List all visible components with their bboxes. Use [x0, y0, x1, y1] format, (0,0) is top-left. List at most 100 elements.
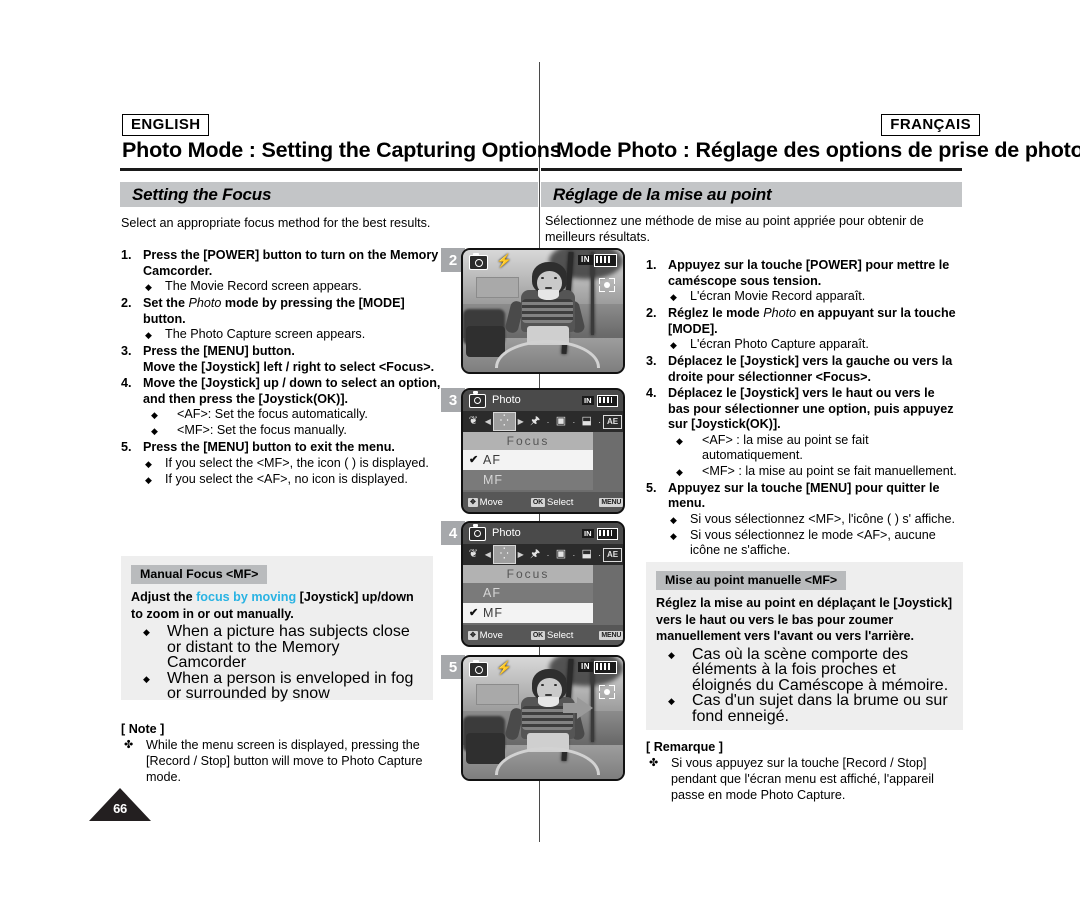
step-text-italic: Photo: [188, 296, 222, 310]
battery-icon: [594, 254, 617, 267]
footer-label: Move: [479, 629, 503, 641]
ae-icon[interactable]: AE: [603, 414, 622, 429]
step-bullet: ◆ If you select the <AF>, no icon is dis…: [143, 472, 441, 488]
bullet-text: L'écran Photo Capture apparaît.: [690, 337, 869, 351]
menu-option-panel: ✔ AF MF: [463, 450, 593, 490]
ev-icon[interactable]: 🖈: [526, 547, 545, 563]
focus-icon[interactable]: ⁛: [492, 412, 516, 431]
step-text: Press the [MENU] button. Move the [Joyst…: [143, 344, 435, 374]
diamond-bullet-icon: ◆: [670, 292, 677, 302]
diamond-bullet-icon: ◆: [668, 696, 675, 707]
checkmark-icon: ✔: [469, 454, 480, 466]
menu-titlebar: Photo IN: [463, 390, 623, 411]
lcd-screen-focus-menu-af: Photo IN ❦ ◀ ⁛ ▶ 🖈 · ▣ · ⬓ · AE Focus ✔ …: [461, 388, 625, 514]
step-number: 3.: [646, 354, 657, 368]
menu-status-icons: IN: [581, 527, 618, 540]
menu-option-label: MF: [483, 473, 504, 487]
exposure-icon[interactable]: ▣: [552, 547, 571, 563]
white-balance-icon[interactable]: ⬓: [577, 547, 596, 563]
ae-icon[interactable]: AE: [603, 547, 622, 562]
infobox-highlight: focus by moving: [196, 590, 297, 605]
menu-titlebar: Photo IN: [463, 523, 623, 544]
steps-list-french: 1. Appuyez sur la touche [POWER] pour me…: [646, 258, 958, 560]
step-item: 1. Appuyez sur la touche [POWER] pour me…: [646, 258, 958, 305]
diamond-bullet-icon: ◆: [143, 627, 150, 638]
step-bullet: ◆ <AF>: Set the focus automatically.: [143, 407, 441, 423]
step-text: Press the [MENU] button to exit the menu…: [143, 440, 441, 488]
menu-option-label: MF: [483, 606, 504, 620]
lcd-screen-photo-capture: ⚡ IN: [461, 248, 625, 374]
menu-option-af[interactable]: AF: [463, 583, 593, 603]
note-item: ✤ Si vous appuyez sur la touche [Record …: [646, 755, 964, 803]
right-arrow-icon: ▶: [517, 417, 524, 426]
bullet-text: Cas d'un sujet dans la brume ou sur fond…: [692, 692, 948, 725]
lcd-screen-photo-capture-mf: ⚡ IN: [461, 655, 625, 781]
footer-exit: MENU Exit: [599, 497, 623, 508]
diamond-bullet-icon: ◆: [143, 673, 150, 684]
joystick-key-icon: ✥: [468, 497, 478, 507]
menu-option-af[interactable]: ✔ AF: [463, 450, 593, 470]
menu-option-mf[interactable]: ✔ MF: [463, 603, 593, 623]
macro-icon[interactable]: ❦: [464, 414, 483, 430]
step-text-italic: Photo: [763, 306, 797, 320]
step-number: 4.: [646, 386, 657, 400]
storage-indicator: IN: [578, 662, 593, 672]
focus-icon[interactable]: ⁛: [492, 545, 516, 564]
diamond-bullet-icon: ◆: [670, 340, 677, 350]
step-text: Déplacez le [Joystick] vers le haut ou v…: [668, 386, 958, 480]
macro-icon[interactable]: ❦: [464, 547, 483, 563]
manual-focus-icon: [599, 685, 615, 699]
manual-focus-icon: [599, 278, 615, 292]
joystick-key-icon: ✥: [468, 630, 478, 640]
manual-focus-box-english: Manual Focus <MF> Adjust the focus by mo…: [121, 556, 433, 702]
exposure-icon[interactable]: ▣: [552, 414, 571, 430]
bullet-text: <MF> : la mise au point se fait manuelle…: [702, 463, 957, 478]
menu-mode-title: Photo: [492, 527, 521, 539]
step-item: 5. Press the [MENU] button to exit the m…: [121, 440, 441, 488]
storage-indicator: IN: [578, 255, 593, 265]
menu-category-label: Focus: [463, 432, 593, 450]
step-bullet: ◆ The Movie Record screen appears.: [143, 279, 441, 295]
right-arrow-icon: ▶: [517, 550, 524, 559]
step-item: 4. Move the [Joystick] up / down to sele…: [121, 376, 441, 439]
menu-category-label: Focus: [463, 565, 593, 583]
white-balance-icon[interactable]: ⬓: [577, 414, 596, 430]
step-number: 4.: [121, 376, 132, 390]
separator-dot: ·: [598, 416, 602, 427]
diamond-bullet-icon: ◆: [145, 474, 152, 485]
diamond-bullet-icon: ◆: [145, 282, 152, 292]
photo-boy-shirt-stripes: [522, 298, 574, 324]
menu-status-icons: IN: [581, 394, 618, 407]
step-item: 5. Appuyez sur la touche [MENU] pour qui…: [646, 481, 958, 559]
diamond-bullet-icon: ◆: [151, 426, 158, 436]
step-bullet: ◆ <MF> : la mise au point se fait manuel…: [668, 464, 958, 480]
infobox-list: ◆ Cas où la scène comporte des éléments …: [656, 646, 953, 725]
menu-option-label: AF: [483, 453, 501, 467]
club-bullet-icon: ✤: [649, 757, 659, 769]
infobox-list: ◆ When a picture has subjects close or d…: [131, 624, 423, 702]
infobox-bullet: ◆ When a person is enveloped in fog or s…: [131, 670, 423, 702]
footer-select: OK Select: [530, 630, 573, 641]
camera-icon: [469, 252, 488, 270]
step-item: 3. Press the [MENU] button. Move the [Jo…: [121, 344, 441, 375]
infobox-title: Manual Focus <MF>: [131, 565, 268, 585]
manual-page: ENGLISH Photo Mode : Setting the Capturi…: [0, 0, 1080, 906]
storage-indicator: IN: [581, 528, 594, 539]
separator-dot: ·: [598, 549, 602, 560]
separator-dot: ·: [572, 549, 576, 560]
menu-option-mf[interactable]: MF: [463, 470, 593, 490]
step-text: Press the [POWER] button to turn on the …: [143, 248, 441, 295]
storage-indicator: IN: [581, 395, 594, 406]
note-title: [ Remarque ]: [646, 740, 723, 754]
chapter-title-english: Photo Mode : Setting the Capturing Optio…: [122, 138, 562, 162]
step-text: Appuyez sur la touche [MENU] pour quitte…: [668, 481, 958, 559]
step-number: 2.: [121, 296, 132, 310]
callout-arrow-icon: [577, 697, 593, 719]
language-tag-french: FRANÇAIS: [881, 114, 980, 136]
note-text: Si vous appuyez sur la touche [Record / …: [671, 756, 934, 802]
ev-icon[interactable]: 🖈: [526, 414, 545, 430]
checkmark-icon: ✔: [469, 607, 480, 619]
menu-icon-bar: ❦ ◀ ⁛ ▶ 🖈 · ▣ · ⬓ · AE: [463, 544, 623, 565]
step-number: 1.: [121, 248, 132, 262]
photo-car: [466, 325, 505, 358]
